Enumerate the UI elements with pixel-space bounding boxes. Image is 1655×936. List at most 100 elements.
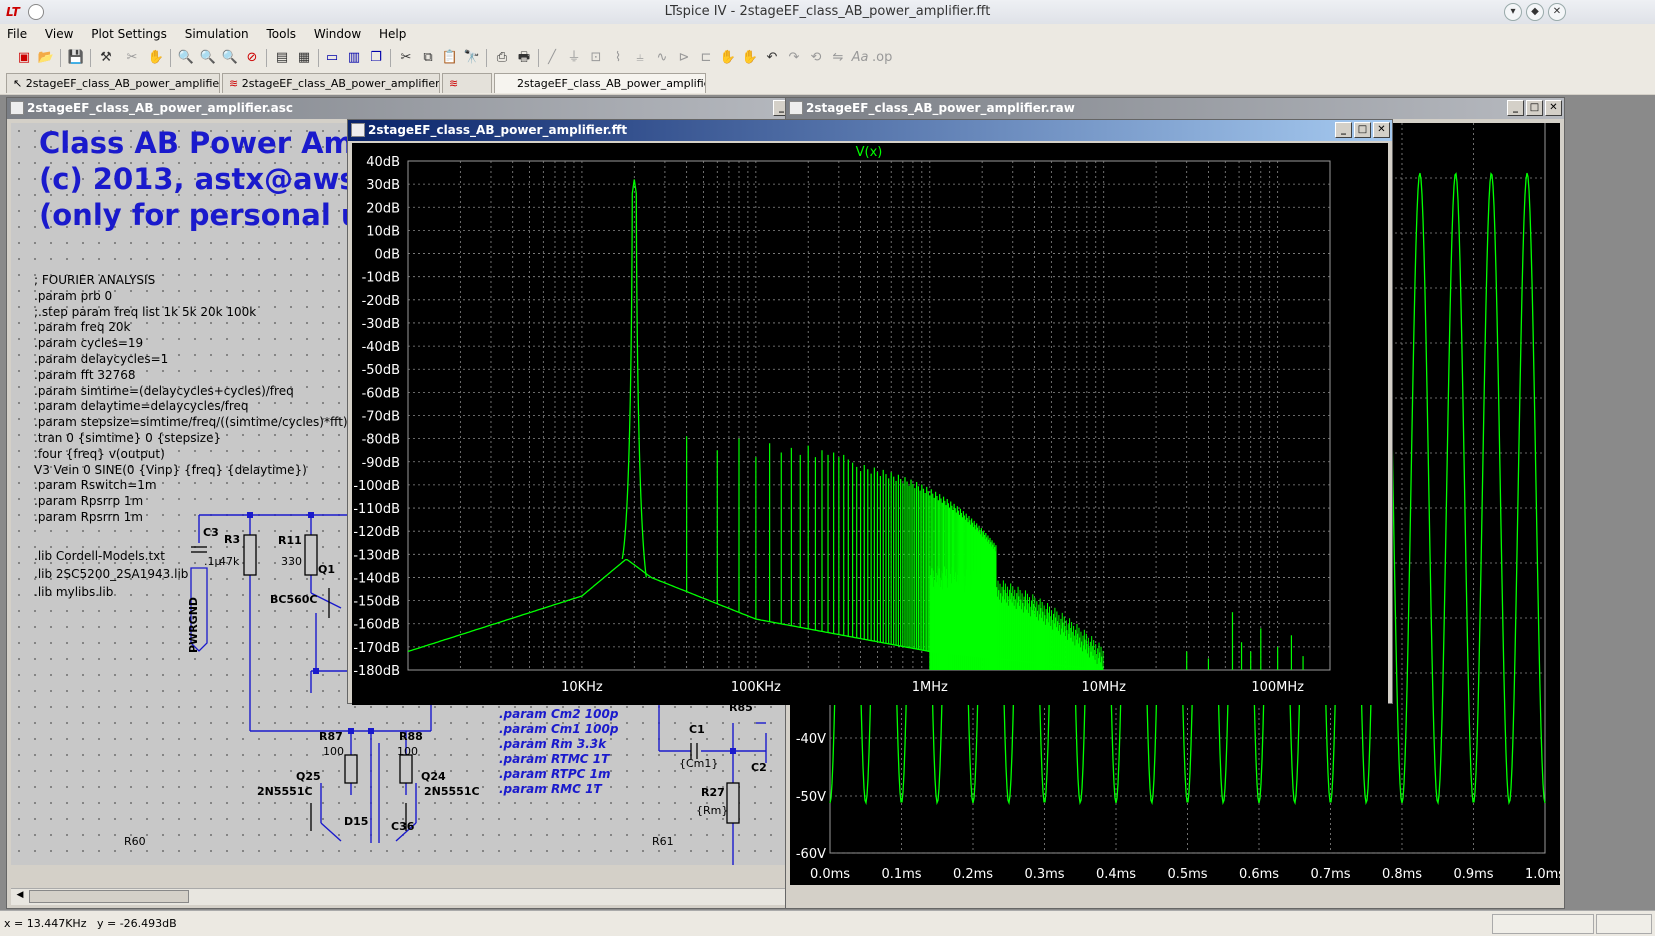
spice-directive-icon[interactable]: .op (872, 48, 892, 68)
drag-icon[interactable]: ✋ (740, 48, 760, 68)
autorange-icon[interactable]: ▤ (272, 48, 292, 68)
tile-horizontal-icon[interactable]: ▭ (322, 48, 342, 68)
fft-plot[interactable]: 40dB 30dB 20dB 10dB 0dB -10dB -20dB -30dB -40dB -… (352, 143, 1388, 705)
component-label: R60 (124, 835, 146, 848)
maximize-button[interactable]: □ (1526, 100, 1543, 116)
paste-icon[interactable]: 📋 (440, 48, 460, 68)
y-tick-label: -50dB (362, 363, 400, 378)
minimize-icon[interactable]: ▾ (1504, 3, 1522, 21)
schematic-window-titlebar[interactable]: 2stageEF_class_AB_power_amplifier.asc _□… (7, 98, 830, 119)
fft-window-titlebar[interactable]: 2stageEF_class_AB_power_amplifier.fft _ □… (348, 120, 1392, 141)
new-schematic-icon[interactable]: ▣ (14, 48, 34, 68)
component-icon[interactable]: ⊏ (696, 48, 716, 68)
text-icon[interactable]: Aa (850, 48, 870, 68)
x-tick-label: 100KHz (731, 680, 781, 695)
zoom-out-icon[interactable]: 🔍 (198, 48, 218, 68)
y-tick-label: -90dB (362, 456, 400, 471)
waveform-icon (789, 101, 803, 115)
component-label: R27 (701, 786, 725, 799)
zoom-cancel-icon[interactable]: ⊘ (242, 48, 262, 68)
resistor-icon[interactable]: ⌇ (608, 48, 628, 68)
mirror-icon[interactable]: ⇋ (828, 48, 848, 68)
menu-tools[interactable]: Tools (259, 24, 303, 41)
y-tick-label: -50V (796, 790, 826, 805)
control-panel-icon[interactable]: ⚒ (96, 48, 116, 68)
tab-raw[interactable]: ≋ 2stageEF_class_AB_power_amplifier.raw (222, 73, 440, 93)
component-label: R3 (224, 533, 241, 546)
y-tick-label: -80dB (362, 433, 400, 448)
move-icon[interactable]: ✋ (718, 48, 738, 68)
capacitor-icon[interactable]: ⫨ (630, 48, 650, 68)
y-tick-label: -150dB (353, 595, 400, 610)
run-icon[interactable]: ✂ (122, 48, 142, 68)
print-icon[interactable]: 🖶 (514, 48, 534, 68)
x-tick-label: 0.2ms (953, 867, 993, 882)
menu-simulation[interactable]: Simulation (178, 24, 256, 41)
label-icon[interactable]: ⊡ (586, 48, 606, 68)
y-tick-label: -30dB (362, 317, 400, 332)
component-value: 100 (323, 745, 344, 758)
menu-view[interactable]: View (38, 24, 80, 41)
raw-window-titlebar[interactable]: 2stageEF_class_AB_power_amplifier.raw _ □… (786, 98, 1564, 119)
component-label: Q24 (421, 770, 446, 783)
status-bar: x = 13.447KHz y = -26.493dB (0, 910, 1655, 936)
component-label: C1 (689, 723, 705, 736)
component-label: R61 (652, 835, 674, 848)
scroll-left-icon[interactable]: ◀ (13, 890, 27, 903)
component-model: BC560C (270, 593, 318, 606)
x-readout: x = 13.447KHz (4, 917, 87, 930)
tab-waveform-2[interactable]: ≋ (442, 73, 492, 93)
component-label: Q25 (296, 770, 321, 783)
halt-icon[interactable]: ✋ (146, 48, 166, 68)
fft-window[interactable]: 2stageEF_class_AB_power_amplifier.fft _ □… (347, 119, 1393, 705)
wire-icon[interactable]: ╱ (542, 48, 562, 68)
schematic-horizontal-scrollbar[interactable]: ◀ ▶ (11, 888, 808, 905)
tile-vertical-icon[interactable]: ▥ (344, 48, 364, 68)
component-model: 2N5551C (257, 785, 313, 798)
minimize-button[interactable]: _ (1335, 122, 1352, 138)
ground-icon[interactable]: ⏚ (564, 48, 584, 68)
waveform-icon: ≋ (449, 77, 459, 90)
maximize-button[interactable]: □ (1354, 122, 1371, 138)
redo-icon[interactable]: ↷ (784, 48, 804, 68)
close-button[interactable]: ✕ (1373, 122, 1390, 138)
close-icon[interactable]: ✕ (1548, 3, 1566, 21)
y-tick-label: -40dB (362, 340, 400, 355)
y-tick-label: -180dB (353, 664, 400, 679)
minimize-button[interactable]: _ (1507, 100, 1524, 116)
diode-icon[interactable]: ⊳ (674, 48, 694, 68)
close-button[interactable]: ✕ (1545, 100, 1562, 116)
print-setup-icon[interactable]: ⎙ (492, 48, 512, 68)
zoom-in-icon[interactable]: 🔍 (176, 48, 196, 68)
component-label: R11 (278, 534, 302, 547)
x-tick-label: 0.5ms (1167, 867, 1207, 882)
component-label: R87 (319, 730, 343, 743)
inductor-icon[interactable]: ∿ (652, 48, 672, 68)
cascade-icon[interactable]: ❐ (366, 48, 386, 68)
tab-schematic[interactable]: ↖ 2stageEF_class_AB_power_amplifier.asc (6, 73, 220, 93)
menu-help[interactable]: Help (372, 24, 413, 41)
document-tabs: ↖ 2stageEF_class_AB_power_amplifier.asc … (0, 72, 1655, 94)
grid-icon[interactable]: ▦ (294, 48, 314, 68)
save-icon[interactable]: 💾 (66, 48, 86, 68)
mdi-workspace: 2stageEF_class_AB_power_amplifier.asc _□… (0, 95, 1655, 910)
x-tick-label: 0.7ms (1310, 867, 1350, 882)
waveform-icon: ≋ (229, 77, 242, 90)
menu-window[interactable]: Window (307, 24, 368, 41)
open-icon[interactable]: 📂 (36, 48, 56, 68)
component-value: 100 (397, 745, 418, 758)
app-title: LTspice IV - 2stageEF_class_AB_power_amp… (664, 4, 991, 19)
undo-icon[interactable]: ↶ (762, 48, 782, 68)
menu-plot-settings[interactable]: Plot Settings (84, 24, 174, 41)
tab-fft[interactable]: 2stageEF_class_AB_power_amplifier.fft (494, 73, 706, 93)
zoom-fit-icon[interactable]: 🔍 (220, 48, 240, 68)
component-label: C3 (203, 526, 219, 539)
maximize-icon[interactable]: ◆ (1526, 3, 1544, 21)
cut-icon[interactable]: ✂ (396, 48, 416, 68)
component-value: 47k (219, 555, 240, 568)
find-icon[interactable]: 🔭 (462, 48, 482, 68)
rotate-icon[interactable]: ⟲ (806, 48, 826, 68)
copy-icon[interactable]: ⧉ (418, 48, 438, 68)
scroll-thumb[interactable] (29, 890, 189, 903)
menu-file[interactable]: File (0, 24, 34, 41)
